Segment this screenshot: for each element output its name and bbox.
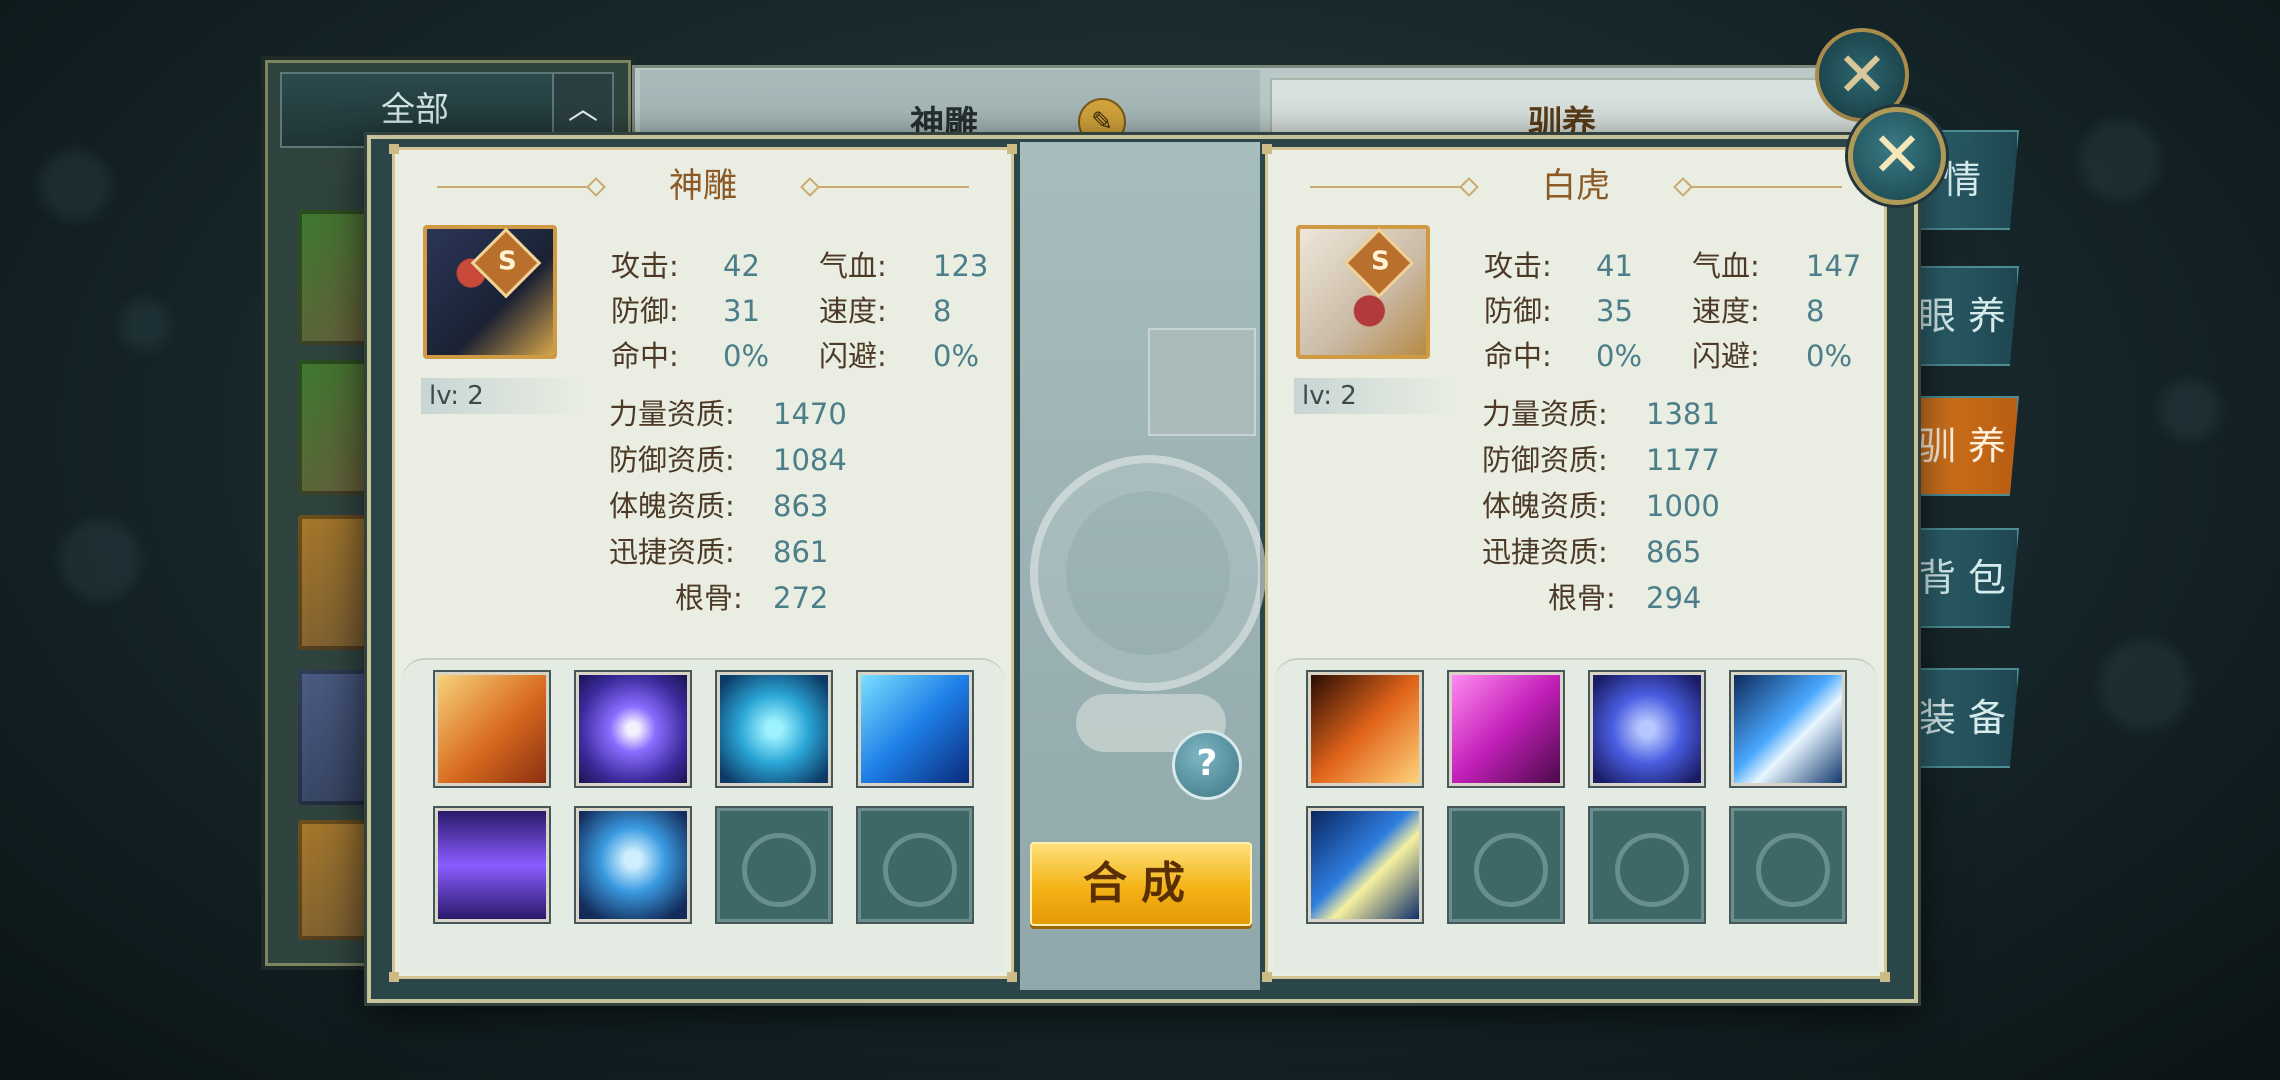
aptitude-label: 防御资质:: [1482, 443, 1608, 477]
lightning-skill-icon[interactable]: [1731, 672, 1845, 786]
bokeh-light: [2080, 120, 2160, 200]
aptitude-label: 根骨:: [675, 581, 743, 615]
shield-skill-icon[interactable]: [1590, 672, 1704, 786]
aptitude-value: 1177: [1646, 443, 1720, 477]
stat-label: 气血:: [819, 249, 887, 283]
pet-level: lv: 2: [421, 378, 579, 414]
card-corner-ornament: [389, 972, 399, 982]
empty-slot-icon: [1590, 808, 1704, 922]
stat-label: 速度:: [1692, 294, 1760, 328]
pet-level: lv: 2: [1294, 378, 1452, 414]
stat-label: 攻击:: [1484, 249, 1552, 283]
empty-slot-icon: [717, 808, 831, 922]
side-tab-equip[interactable]: 装 备: [1905, 668, 2019, 768]
aptitude-label: 迅捷资质:: [609, 535, 735, 569]
aptitude-value: 272: [773, 581, 829, 615]
dragon-seal-emblem: [1030, 455, 1266, 691]
pet-name: 白虎: [1542, 166, 1610, 206]
aptitude-value: 1470: [773, 397, 847, 431]
close-icon[interactable]: ✕: [1848, 107, 1946, 205]
aptitude-value: 865: [1646, 535, 1702, 569]
aptitude-value: 1084: [773, 443, 847, 477]
card-corner-ornament: [1007, 972, 1017, 982]
aptitude-label: 体魄资质:: [609, 489, 735, 523]
blue-wolf-skill-icon[interactable]: [858, 672, 972, 786]
stat-label: 命中:: [611, 339, 679, 373]
aptitude-value: 1000: [1646, 489, 1720, 523]
aptitude-label: 力量资质:: [1482, 397, 1608, 431]
bokeh-light: [120, 300, 170, 350]
magenta-slash-skill-icon[interactable]: [1449, 672, 1563, 786]
stat-value: 0%: [933, 339, 980, 373]
stat-value: 123: [933, 249, 989, 283]
crossed-blades-skill-icon[interactable]: [717, 672, 831, 786]
combine-result-slot: [1148, 328, 1256, 436]
card-corner-ornament: [1262, 972, 1272, 982]
side-tab-bag[interactable]: 背 包: [1905, 528, 2019, 628]
stat-label: 攻击:: [611, 249, 679, 283]
combine-button[interactable]: 合成: [1030, 842, 1252, 926]
card-corner-ornament: [1262, 144, 1272, 154]
help-question-icon[interactable]: ?: [1172, 730, 1242, 800]
stat-label: 防御:: [611, 294, 679, 328]
stat-label: 气血:: [1692, 249, 1760, 283]
stat-value: 35: [1596, 294, 1633, 328]
card-corner-ornament: [1880, 972, 1890, 982]
bokeh-light: [60, 520, 140, 600]
side-tab-raise[interactable]: 眼 养: [1905, 266, 2019, 366]
card-corner-ornament: [389, 144, 399, 154]
stat-label: 速度:: [819, 294, 887, 328]
stat-value: 147: [1806, 249, 1862, 283]
golden-beast-skill-icon[interactable]: [435, 672, 549, 786]
aptitude-label: 根骨:: [1548, 581, 1616, 615]
stat-value: 31: [723, 294, 760, 328]
aptitude-label: 体魄资质:: [1482, 489, 1608, 523]
stat-value: 42: [723, 249, 760, 283]
empty-slot-icon: [1449, 808, 1563, 922]
purple-vortex-skill-icon[interactable]: [435, 808, 549, 922]
aptitude-value: 1381: [1646, 397, 1720, 431]
blue-strike-skill-icon[interactable]: [1308, 808, 1422, 922]
card-corner-ornament: [1007, 144, 1017, 154]
pet-name: 神雕: [669, 166, 737, 206]
left-pet-card: 神雕 S lv: 2 攻击: 42 气血: 123 防御: 31 速度: 8 命…: [389, 144, 1017, 982]
stat-value: 0%: [723, 339, 770, 373]
purple-orb-skill-icon[interactable]: [576, 672, 690, 786]
stat-label: 闪避:: [819, 339, 887, 373]
stat-label: 闪避:: [1692, 339, 1760, 373]
aptitude-value: 861: [773, 535, 829, 569]
side-tab-train[interactable]: 驯 养: [1905, 396, 2019, 496]
stat-label: 命中:: [1484, 339, 1552, 373]
stat-label: 防御:: [1484, 294, 1552, 328]
stat-value: 41: [1596, 249, 1633, 283]
bokeh-light: [2100, 640, 2190, 730]
aptitude-value: 863: [773, 489, 829, 523]
fire-phoenix-skill-icon[interactable]: [1308, 672, 1422, 786]
blue-heart-skill-icon[interactable]: [576, 808, 690, 922]
stat-value: 0%: [1596, 339, 1643, 373]
stat-value: 8: [1806, 294, 1825, 328]
stat-value: 8: [933, 294, 952, 328]
aptitude-label: 力量资质:: [609, 397, 735, 431]
right-pet-card: 白虎 S lv: 2 攻击: 41 气血: 147 防御: 35 速度: 8 命…: [1262, 144, 1890, 982]
stat-value: 0%: [1806, 339, 1853, 373]
bokeh-light: [40, 150, 110, 220]
empty-slot-icon: [858, 808, 972, 922]
aptitude-value: 294: [1646, 581, 1702, 615]
aptitude-label: 迅捷资质:: [1482, 535, 1608, 569]
bokeh-light: [2160, 380, 2220, 440]
empty-slot-icon: [1731, 808, 1845, 922]
aptitude-label: 防御资质:: [609, 443, 735, 477]
